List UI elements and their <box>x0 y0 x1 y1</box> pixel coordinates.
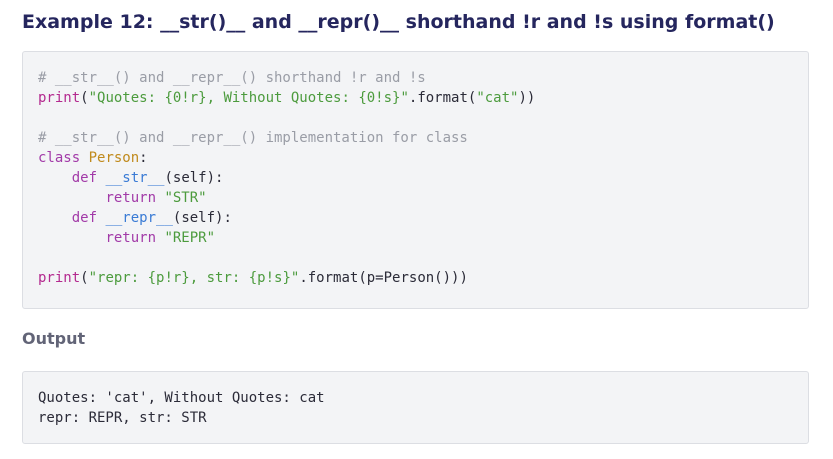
output-line: Quotes: 'cat', Without Quotes: cat <box>38 390 325 406</box>
keyword: return <box>105 190 157 206</box>
code-line: return "REPR" <box>38 228 793 248</box>
keyword: return <box>105 230 157 246</box>
code-text: ( <box>80 90 89 106</box>
code-line: class Person: <box>38 148 793 168</box>
builtin-function: print <box>38 270 81 286</box>
string-literal: "STR" <box>164 190 207 206</box>
method-name: __str__ <box>105 170 165 186</box>
method-name: __repr__ <box>105 210 173 226</box>
builtin-function: print <box>38 90 81 106</box>
code-line: # __str__() and __repr__() shorthand !r … <box>38 68 793 88</box>
code-line: print("Quotes: {0!r}, Without Quotes: {0… <box>38 88 793 108</box>
keyword: def <box>71 210 98 226</box>
source-code-block: # __str__() and __repr__() shorthand !r … <box>22 51 809 309</box>
keyword: class <box>38 150 81 166</box>
code-text: )) <box>518 90 536 106</box>
example-heading: Example 12: __str()__ and __repr()__ sho… <box>22 11 775 33</box>
keyword: def <box>71 170 98 186</box>
code-text: (self): <box>172 210 232 226</box>
code-line: def __repr__(self): <box>38 208 793 228</box>
code-text: .format( <box>408 90 477 106</box>
output-line: repr: REPR, str: STR <box>38 410 207 426</box>
string-literal: "cat" <box>476 90 519 106</box>
code-text: (self): <box>164 170 224 186</box>
code-text: .format(p=Person())) <box>299 270 468 286</box>
code-comment: # __str__() and __repr__() shorthand !r … <box>38 70 426 86</box>
code-line: def __str__(self): <box>38 168 793 188</box>
code-text: : <box>139 150 148 166</box>
output-heading: Output <box>22 329 86 348</box>
code-text: ( <box>80 270 89 286</box>
code-line: return "STR" <box>38 188 793 208</box>
string-literal: "Quotes: {0!r}, Without Quotes: {0!s}" <box>88 90 409 106</box>
output-text: Quotes: 'cat', Without Quotes: cat repr: … <box>38 388 793 428</box>
code-line: # __str__() and __repr__() implementatio… <box>38 128 793 148</box>
output-code-block: Quotes: 'cat', Without Quotes: cat repr: … <box>22 371 809 444</box>
code-line: print("repr: {p!r}, str: {p!s}".format(p… <box>38 268 793 288</box>
source-code: # __str__() and __repr__() shorthand !r … <box>38 68 793 288</box>
string-literal: "repr: {p!r}, str: {p!s}" <box>88 270 300 286</box>
class-name: Person <box>88 150 140 166</box>
code-comment: # __str__() and __repr__() implementatio… <box>38 130 468 146</box>
string-literal: "REPR" <box>164 230 216 246</box>
